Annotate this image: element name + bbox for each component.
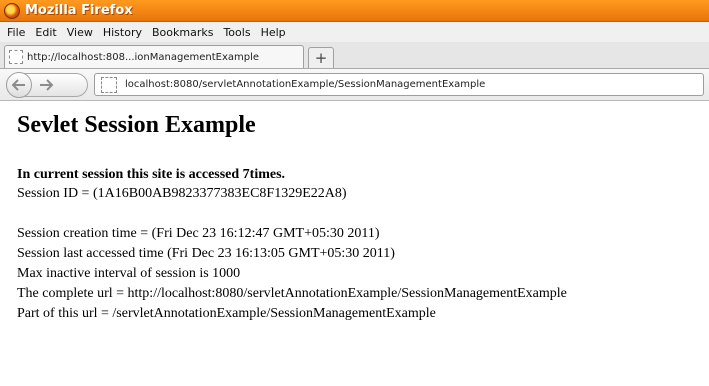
- menu-view[interactable]: View: [62, 26, 98, 39]
- menu-bookmarks[interactable]: Bookmarks: [147, 26, 218, 39]
- url-text[interactable]: localhost:8080/servletAnnotationExample/…: [125, 79, 485, 90]
- menu-help[interactable]: Help: [256, 26, 291, 39]
- window-titlebar: Mozilla Firefox: [0, 0, 709, 22]
- part-url-text: Part of this url = /servletAnnotationExa…: [17, 306, 436, 321]
- menu-edit[interactable]: Edit: [30, 26, 61, 39]
- menu-bar: File Edit View History Bookmarks Tools H…: [0, 22, 709, 43]
- access-count-text: In current session this site is accessed…: [17, 167, 286, 182]
- menu-file[interactable]: File: [2, 26, 30, 39]
- session-id-text: Session ID = (1A16B00AB9823377383EC8F132…: [17, 186, 347, 201]
- url-bar[interactable]: localhost:8080/servletAnnotationExample/…: [94, 73, 704, 96]
- window-title: Mozilla Firefox: [25, 3, 133, 18]
- complete-url-text: The complete url = http://localhost:8080…: [17, 286, 567, 301]
- firefox-logo-icon: [4, 2, 20, 19]
- page-content: Sevlet Session Example In current sessio…: [0, 101, 709, 386]
- menu-history[interactable]: History: [98, 26, 147, 39]
- new-tab-button[interactable]: +: [308, 47, 334, 68]
- max-inactive-text: Max inactive interval of session is 1000: [17, 266, 241, 281]
- navigation-toolbar: localhost:8080/servletAnnotationExample/…: [0, 69, 709, 101]
- nav-buttons: [6, 71, 88, 98]
- tab-strip: http://localhost:808...ionManagementExam…: [0, 43, 709, 69]
- tab-session-example[interactable]: http://localhost:808...ionManagementExam…: [4, 45, 304, 68]
- forward-arrow-icon[interactable]: [32, 74, 60, 96]
- tab-title: http://localhost:808...ionManagementExam…: [27, 51, 260, 63]
- page-title: Sevlet Session Example: [17, 112, 256, 138]
- last-accessed-text: Session last accessed time (Fri Dec 23 1…: [17, 246, 395, 261]
- page-icon: [9, 50, 23, 64]
- site-identity-icon[interactable]: [101, 76, 117, 93]
- menu-tools[interactable]: Tools: [218, 26, 255, 39]
- back-arrow-icon[interactable]: [6, 71, 32, 98]
- creation-time-text: Session creation time = (Fri Dec 23 16:1…: [17, 226, 380, 241]
